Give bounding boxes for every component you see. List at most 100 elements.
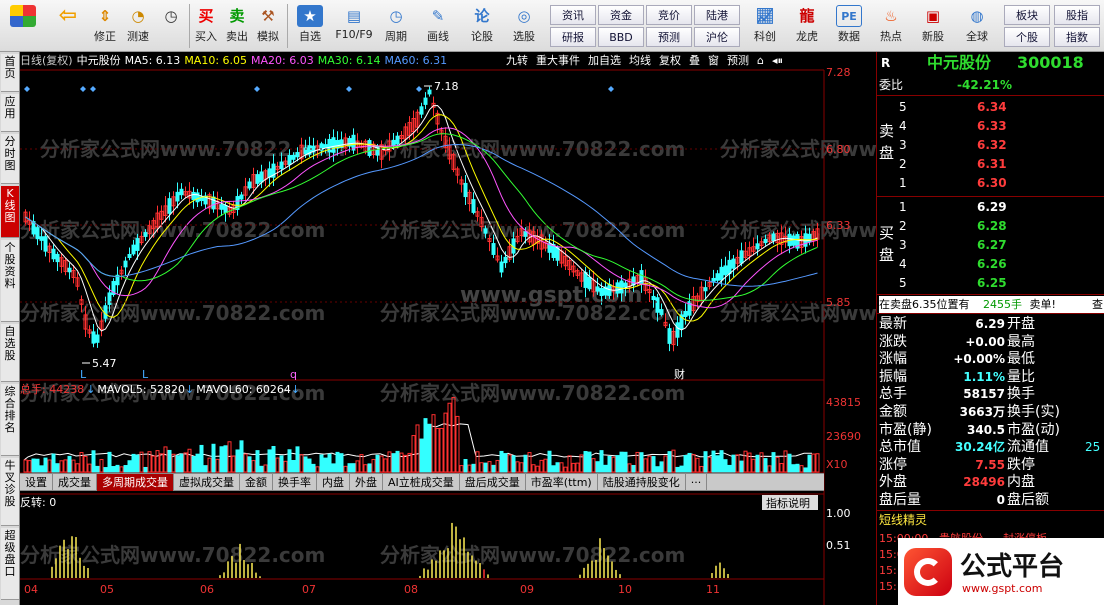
simulate-button[interactable]: ⚒ 模拟: [253, 3, 283, 49]
stat-row[interactable]: 总手 58157 换手: [877, 386, 1104, 403]
alert-ticker[interactable]: 在卖盘6.35位置有 2455手 卖单! 查: [879, 296, 1104, 313]
candle-body: [259, 171, 264, 183]
rail-tab-ranking[interactable]: 综合排名: [1, 384, 19, 456]
research-button[interactable]: 研报: [550, 27, 596, 47]
volume-bar: [463, 459, 468, 473]
sell-level-row[interactable]: 3 6.32: [877, 137, 1104, 154]
hotspot-button[interactable]: ♨ 热点: [872, 3, 910, 49]
tab-virtual-volume[interactable]: 虚拟成交量: [174, 474, 240, 491]
volume-bar: [391, 453, 396, 473]
tab-turnover[interactable]: 换手率: [273, 474, 317, 491]
event-diamond-icon[interactable]: [254, 86, 260, 92]
index-button[interactable]: 指数: [1054, 27, 1100, 47]
f10-button[interactable]: ▤ F10/F9: [332, 3, 376, 49]
select-stock-button[interactable]: ◎ 选股: [506, 3, 542, 49]
stat-key: 市盈(静): [879, 421, 932, 438]
stat-row[interactable]: 涨停 7.55 跌停: [877, 457, 1104, 474]
new-stock-button[interactable]: ▣ 新股: [914, 3, 952, 49]
tab-amount[interactable]: 金额: [240, 474, 273, 491]
shanghai-london-button[interactable]: 沪伦: [694, 27, 740, 47]
buy-level-row[interactable]: 5 6.25: [877, 275, 1104, 292]
buy-button[interactable]: 买 买入: [191, 3, 221, 49]
event-diamond-icon[interactable]: [416, 86, 422, 92]
rail-tab-profile[interactable]: 个股资料: [1, 240, 19, 322]
bbd-button[interactable]: BBD: [598, 27, 644, 47]
speed-test-button[interactable]: ◔ 测速: [122, 3, 154, 49]
discuss-button[interactable]: 论 论股: [464, 3, 500, 49]
volume-bar: [771, 452, 776, 473]
tab-pe-ttm[interactable]: 市盈率(ttm): [526, 474, 598, 491]
back-button[interactable]: ⇦: [50, 3, 86, 49]
stat-row[interactable]: 涨跌 +0.00 最高: [877, 334, 1104, 351]
sell-button[interactable]: 卖 卖出: [222, 3, 252, 49]
candle-body: [623, 282, 628, 288]
tab-more[interactable]: ···: [686, 474, 708, 491]
stat-row[interactable]: 外盘 28496 内盘: [877, 474, 1104, 491]
auction-button[interactable]: 竞价: [646, 5, 692, 25]
divider: [877, 313, 1104, 314]
event-diamond-icon[interactable]: [80, 86, 86, 92]
hk-connect-button[interactable]: 陆港: [694, 5, 740, 25]
event-diamond-icon[interactable]: [608, 86, 614, 92]
forecast-button[interactable]: 预测: [646, 27, 692, 47]
volume-bar: [123, 465, 128, 473]
tab-multi-period-volume[interactable]: 多周期成交量: [97, 474, 174, 491]
rail-tab-watchlist[interactable]: 自选股: [1, 324, 19, 382]
stat-row[interactable]: 振幅 1.11% 量比: [877, 369, 1104, 386]
buy-level-row[interactable]: 4 6.26: [877, 256, 1104, 273]
stat-row[interactable]: 最新 6.29 开盘: [877, 316, 1104, 333]
clock-button[interactable]: ◷: [155, 3, 187, 49]
single-stock-button[interactable]: 个股: [1004, 27, 1050, 47]
tab-outer[interactable]: 外盘: [350, 474, 383, 491]
tab-after-hours[interactable]: 盘后成交量: [460, 474, 526, 491]
candle-body: [367, 140, 372, 156]
buy-level-row[interactable]: 3 6.27: [877, 237, 1104, 254]
stat-key2: 盘后额: [1007, 492, 1049, 508]
event-diamond-icon[interactable]: [90, 86, 96, 92]
draw-line-button[interactable]: ✎ 画线: [420, 3, 456, 49]
candle-body: [483, 228, 488, 234]
watchlist-button[interactable]: ★ 自选: [292, 3, 328, 49]
stat-key: 外盘: [879, 474, 907, 491]
tab-volume[interactable]: 成交量: [53, 474, 97, 491]
kline-chart-area[interactable]: 分析家公式网www.70822.com 分析家公式网www.70822.com …: [20, 52, 876, 605]
buy-level-row[interactable]: 2 6.28: [877, 218, 1104, 235]
tab-inner[interactable]: 内盘: [317, 474, 350, 491]
sector-button[interactable]: 板块: [1004, 5, 1050, 25]
sell-level-row[interactable]: 1 6.30: [877, 175, 1104, 192]
data-button[interactable]: PE 数据: [830, 3, 868, 49]
sell-level-row[interactable]: 5 6.34: [877, 99, 1104, 116]
funds-button[interactable]: 资金: [598, 5, 644, 25]
rail-tab-diagnosis[interactable]: 牛叉诊股: [1, 458, 19, 526]
sell-level-row[interactable]: 4 6.33: [877, 118, 1104, 135]
stat-row[interactable]: 总市值 30.24亿 流通值 25: [877, 439, 1104, 456]
arrow-down-icon: ↓: [185, 383, 194, 396]
tab-ai-volume[interactable]: AI立桩成交量: [383, 474, 460, 491]
stat-row[interactable]: 市盈(静) 340.5 市盈(动): [877, 422, 1104, 439]
grid-menu-button[interactable]: [4, 3, 42, 49]
rail-tab-kline[interactable]: K线图: [1, 186, 19, 238]
sell-label: 卖出: [226, 30, 248, 43]
tab-hk-holdings[interactable]: 陆股通持股变化: [598, 474, 686, 491]
stat-row[interactable]: 涨幅 +0.00% 最低: [877, 351, 1104, 368]
fix-button[interactable]: ⇕ 修正: [90, 3, 120, 49]
period-button[interactable]: ◷ 周期: [378, 3, 414, 49]
rail-tab-home[interactable]: 首页: [1, 54, 19, 92]
buy-level-row[interactable]: 1 6.29: [877, 199, 1104, 216]
new-stock-label: 新股: [922, 30, 944, 43]
event-diamond-icon[interactable]: [346, 86, 352, 92]
dragon-tiger-button[interactable]: 龍 龙虎: [788, 3, 826, 49]
volume-bar: [359, 454, 364, 473]
stat-row[interactable]: 金额 3663万 换手(实): [877, 404, 1104, 421]
stock-index-button[interactable]: 股指: [1054, 5, 1100, 25]
rail-tab-intraday[interactable]: 分时图: [1, 134, 19, 184]
event-diamond-icon[interactable]: [24, 86, 30, 92]
stat-row[interactable]: 盘后量 0 盘后额: [877, 492, 1104, 509]
global-button[interactable]: ◍ 全球: [958, 3, 996, 49]
news-button[interactable]: 资讯: [550, 5, 596, 25]
sell-level-row[interactable]: 2 6.31: [877, 156, 1104, 173]
tab-settings[interactable]: 设置: [20, 474, 53, 491]
star-market-button[interactable]: 📈︎ 科创: [746, 3, 784, 49]
rail-tab-apps[interactable]: 应用: [1, 94, 19, 132]
rail-tab-order-book[interactable]: 超级盘口: [1, 528, 19, 600]
